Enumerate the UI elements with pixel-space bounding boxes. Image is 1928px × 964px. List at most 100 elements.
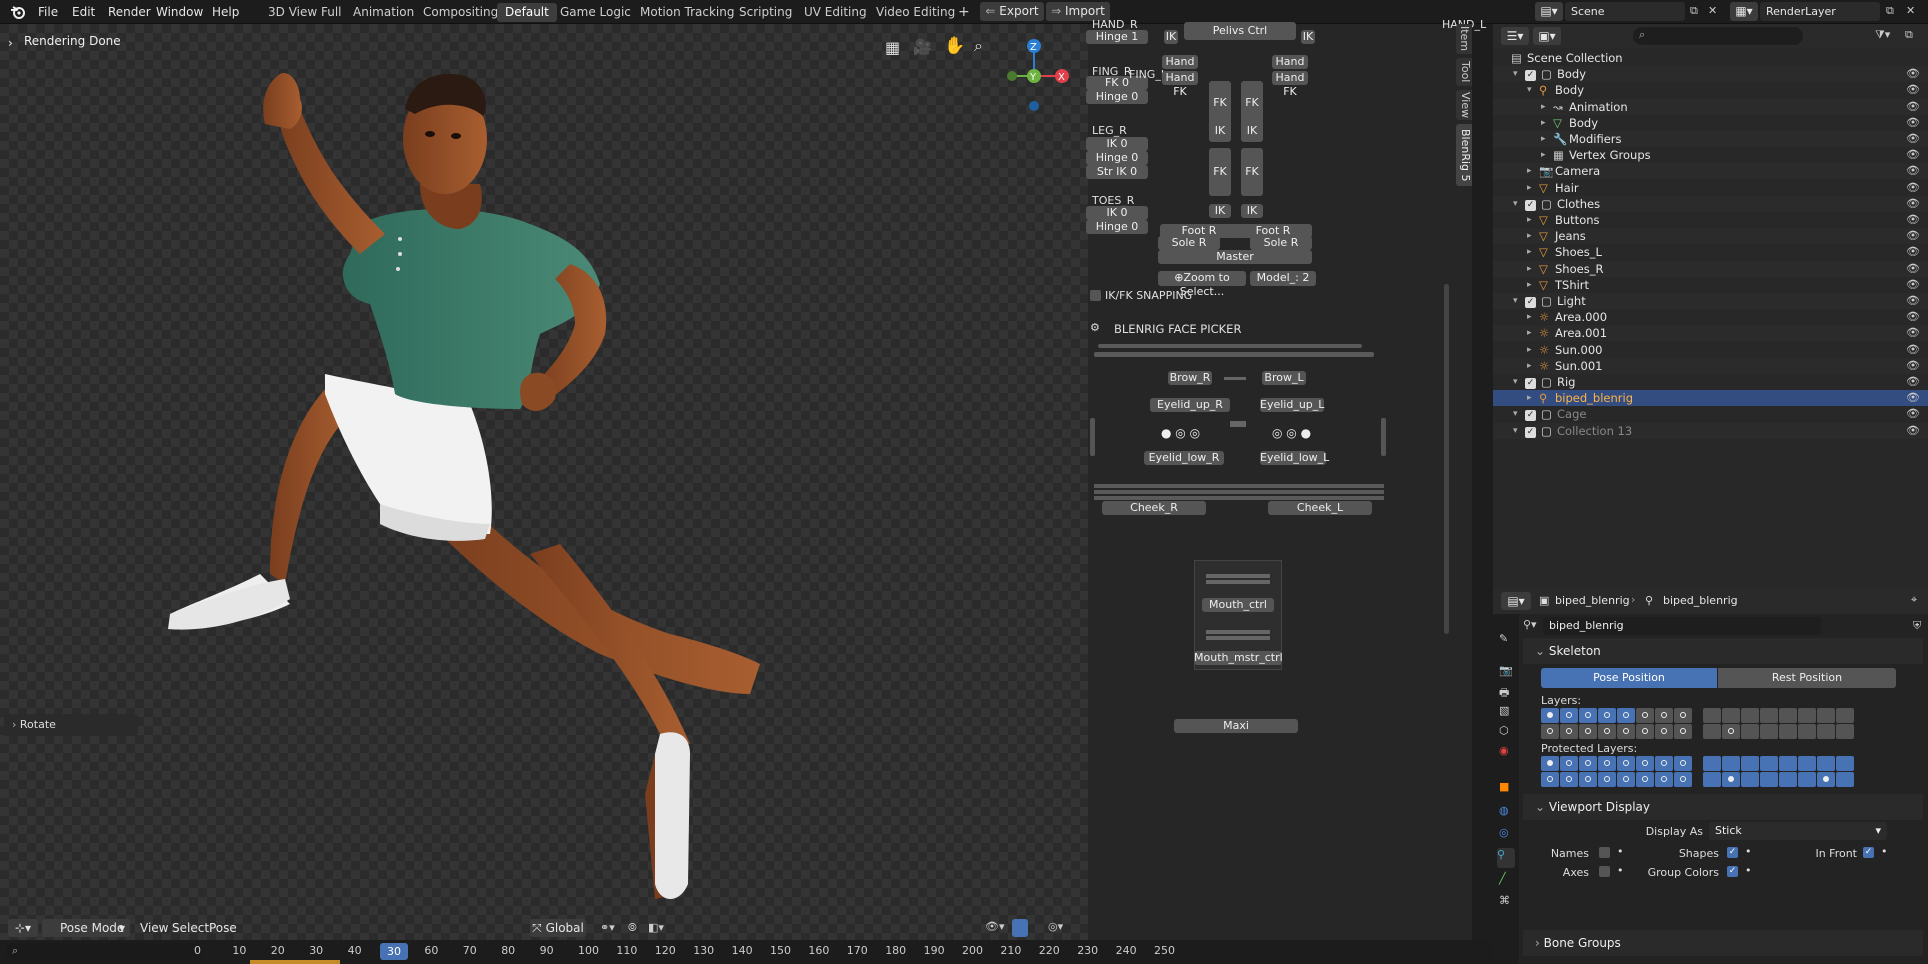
layer-toggle[interactable] [1598,724,1616,739]
visibility-eye-icon[interactable]: 👁 [1906,277,1920,293]
menu-file[interactable]: File [32,3,64,21]
layer-toggle[interactable] [1779,756,1797,771]
armature-name-field[interactable]: biped_blenrig [1543,617,1821,635]
mouth-mstr-ctrl-button[interactable]: Mouth_mstr_ctrl [1194,651,1283,665]
tab-view[interactable]: View [1456,90,1472,120]
visibility-eye-icon[interactable]: 👁 [1906,423,1920,439]
layer-toggle[interactable] [1741,756,1759,771]
layer-toggle[interactable] [1741,724,1759,739]
render-layer-selector-button[interactable]: ▦▾ [1730,2,1758,21]
menu-pose[interactable]: Pose [203,919,243,937]
new-collection-icon[interactable]: ⧉ [1905,28,1913,42]
cheek-r-button[interactable]: Cheek_R [1102,501,1206,515]
visibility-eye-icon[interactable]: 👁 [1906,131,1920,147]
layer-toggle[interactable] [1703,772,1721,787]
outliner-row-camera[interactable]: ▸ 📷 Camera 👁 [1493,163,1928,180]
outliner-row-tshirt[interactable]: ▸ ▽ TShirt 👁 [1493,277,1928,293]
tab-item[interactable]: Item [1456,24,1472,54]
properties-editor-type-button[interactable]: ▤▾ [1501,592,1531,610]
layer-toggle[interactable] [1674,708,1692,723]
fk-leg-r[interactable]: FK [1209,148,1231,196]
group-colors-checkbox[interactable]: ✓ [1727,866,1738,877]
viewport-display-panel-header[interactable]: ⌄ Viewport Display [1523,794,1923,820]
current-frame-indicator[interactable]: 30 [380,943,408,960]
layer-toggle[interactable] [1674,724,1692,739]
layer-toggle[interactable] [1722,708,1740,723]
zoom-to-select-button[interactable]: ⊕Zoom to Select... [1158,271,1246,298]
visibility-eye-icon[interactable]: 👁 [1906,406,1920,422]
exclude-checkbox[interactable]: ✓ [1525,426,1536,438]
picker-scrollbar[interactable] [1444,284,1449,634]
outliner-row-area-000[interactable]: ▸ ☼ Area.000 👁 [1493,309,1928,325]
tab-motion-tracking[interactable]: Motion Tracking [632,3,742,22]
mode-dropdown[interactable]: Pose Mode ▾ [42,919,130,937]
axes-checkbox[interactable] [1599,866,1610,877]
outliner-row-modifiers[interactable]: ▸ 🔧 Modifiers 👁 [1493,131,1928,147]
toes-r-ik-button[interactable]: IK 0 [1086,206,1148,220]
layer-toggle[interactable] [1760,772,1778,787]
tab-compositing[interactable]: Compositing [415,3,506,22]
visibility-eye-icon[interactable]: 👁 [1906,261,1920,277]
expand-toggle-icon[interactable]: ▸ [1527,390,1532,406]
layer-toggle[interactable] [1636,756,1654,771]
sole-r-button[interactable]: Sole R [1158,236,1220,250]
hinge-r-button[interactable]: Hinge 1 [1086,30,1148,44]
eyelid-low-r-button[interactable]: Eyelid_low_R [1144,451,1224,465]
layers-grid-right[interactable] [1703,708,1855,740]
menu-window[interactable]: Window [150,3,209,21]
layer-toggle[interactable] [1760,724,1778,739]
tab-video-editing[interactable]: Video Editing [868,3,963,22]
export-button[interactable]: ⇐ Export [980,2,1044,21]
layer-toggle[interactable] [1617,708,1635,723]
object-tab-icon[interactable]: ■ [1499,780,1509,793]
layer-toggle[interactable] [1798,708,1816,723]
armature-data-tab-icon[interactable]: ⚲ [1497,848,1515,868]
blender-logo-icon[interactable] [10,4,26,20]
layer-toggle[interactable] [1636,708,1654,723]
visibility-eye-icon[interactable]: 👁 [1906,180,1920,196]
mouth-ctrl-button[interactable]: Mouth_ctrl [1202,598,1274,612]
layer-toggle[interactable] [1636,772,1654,787]
tab-default[interactable]: Default [497,3,557,22]
constraints-tab-icon[interactable]: ◎ [1499,826,1509,839]
layer-toggle[interactable] [1817,772,1835,787]
ik-shin-l[interactable]: IK [1241,204,1263,218]
exclude-checkbox[interactable]: ✓ [1525,378,1536,389]
outliner-row-jeans[interactable]: ▸ ▽ Jeans 👁 [1493,228,1928,245]
tab-3d-view-full[interactable]: 3D View Full [260,3,350,22]
outliner-row-body[interactable]: ▸ ▽ Body 👁 [1493,115,1928,131]
layer-toggle[interactable] [1655,708,1673,723]
expand-toggle-icon[interactable]: ▾ [1513,406,1518,422]
expand-toggle-icon[interactable]: ▸ [1527,325,1532,341]
camera-view-icon[interactable]: 🎥 [913,38,932,56]
layer-toggle[interactable] [1817,708,1835,723]
layer-toggle[interactable] [1541,756,1559,771]
expand-toggle-icon[interactable]: ▸ [1527,261,1532,277]
pan-hand-icon[interactable]: ✋ [944,36,965,56]
layer-toggle[interactable] [1560,724,1578,739]
close-scene-icon[interactable]: ✕ [1708,4,1717,17]
outliner-row-light[interactable]: ▾ ✓ ▢ Light 👁 [1493,293,1928,309]
layer-toggle[interactable] [1836,724,1854,739]
filter-icon[interactable]: ⧩▾ [1875,28,1890,42]
skeleton-panel-header[interactable]: ⌄ Skeleton [1523,638,1923,664]
layer-toggle[interactable] [1541,772,1559,787]
visibility-eye-icon[interactable]: 👁 [1906,374,1920,390]
layer-toggle[interactable] [1722,772,1740,787]
leg-r-ik-button[interactable]: IK 0 [1086,137,1148,151]
navigation-gizmo[interactable]: Z X Y [990,32,1086,122]
visibility-eye-icon[interactable]: 👁 [1906,163,1920,179]
eyelid-up-r-button[interactable]: Eyelid_up_R [1150,398,1230,412]
outliner-row-body[interactable]: ▾ ✓ ▢ Body 👁 [1493,66,1928,83]
visibility-eye-icon[interactable]: 👁 [1906,342,1920,358]
expand-toggle-icon[interactable]: ▸ [1527,180,1532,196]
layer-toggle[interactable] [1798,772,1816,787]
fake-user-icon[interactable]: ⛨ [1913,619,1921,633]
names-keyframe-icon[interactable]: • [1617,845,1624,858]
tab-animation[interactable]: Animation [345,3,422,22]
exclude-checkbox[interactable]: ✓ [1525,410,1536,422]
master-button[interactable]: Master [1158,250,1312,264]
close-render-layer-icon[interactable]: ✕ [1906,4,1915,17]
timeline[interactable]: ⌕ 01020304050607080901001101201301401501… [0,940,1493,964]
layer-toggle[interactable] [1655,756,1673,771]
